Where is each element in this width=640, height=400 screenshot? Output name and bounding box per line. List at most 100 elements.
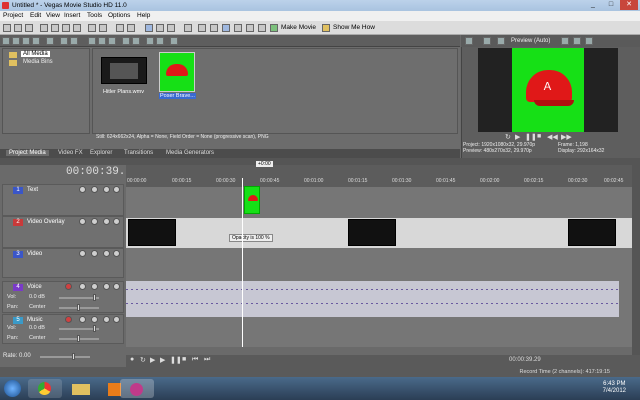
stop-icon[interactable]: ■ <box>537 133 541 140</box>
media-fx-icon[interactable] <box>70 37 78 45</box>
taskbar-chrome-icon[interactable] <box>28 379 62 398</box>
video-clip[interactable] <box>568 219 616 246</box>
play-icon[interactable]: ▶ <box>515 133 520 141</box>
tree-item-media-bins[interactable]: Media Bins <box>23 59 53 65</box>
web-icon[interactable] <box>60 37 68 45</box>
pan-knob[interactable] <box>77 335 80 342</box>
menu-tools[interactable]: Tools <box>87 12 102 19</box>
pointer-tool-icon[interactable] <box>116 24 124 32</box>
envelope-icon[interactable] <box>91 316 98 323</box>
track-motion-icon[interactable] <box>91 250 98 257</box>
play-media-icon[interactable] <box>132 37 140 45</box>
next-frame-icon[interactable]: ▶▶ <box>561 133 572 141</box>
track-fx-icon[interactable] <box>79 283 86 290</box>
record-arm-icon[interactable] <box>65 283 72 290</box>
external-monitor-icon[interactable] <box>483 37 491 45</box>
auto-crossfade-icon[interactable] <box>222 24 230 32</box>
burn-cd-icon[interactable] <box>46 37 54 45</box>
paste-icon[interactable] <box>62 24 70 32</box>
time-ruler[interactable]: +0:00 <box>126 161 640 187</box>
stop-icon[interactable]: ■ <box>182 356 186 363</box>
track-header-text[interactable]: 1 Text <box>2 184 124 216</box>
timeline-divider[interactable] <box>0 158 640 165</box>
playhead-cursor[interactable] <box>242 178 243 347</box>
tab-video-fx[interactable]: Video FX <box>58 150 83 156</box>
copy-icon[interactable] <box>51 24 59 32</box>
save-icon[interactable] <box>25 24 33 32</box>
track-fx-icon[interactable] <box>79 186 86 193</box>
media-thumbnail-image[interactable] <box>159 52 195 92</box>
record-icon[interactable]: ● <box>130 356 134 363</box>
normalize-icon[interactable] <box>258 24 266 32</box>
media-thumbnail-video[interactable] <box>101 57 147 84</box>
preview-properties-icon[interactable] <box>465 37 473 45</box>
taskbar-clock[interactable]: 6:43 PM 7/4/2012 <box>603 381 626 395</box>
ripple-icon[interactable] <box>210 24 218 32</box>
menu-help[interactable]: Help <box>137 12 150 19</box>
menu-view[interactable]: View <box>46 12 60 19</box>
overlays-icon[interactable] <box>561 37 569 45</box>
track-motion-icon[interactable] <box>91 218 98 225</box>
new-icon[interactable] <box>3 24 11 32</box>
track-header-video-overlay[interactable]: 2 Video Overlay <box>2 216 124 248</box>
tab-project-media[interactable]: Project Media <box>6 150 49 156</box>
envelope-tool-icon[interactable] <box>156 24 164 32</box>
help-icon[interactable] <box>322 24 330 32</box>
tab-transitions[interactable]: Transitions <box>124 150 153 156</box>
media-tags-icon[interactable] <box>170 37 178 45</box>
mute-icon[interactable] <box>103 250 110 257</box>
go-to-end-icon[interactable]: ⏭ <box>204 356 210 364</box>
menu-edit[interactable]: Edit <box>30 12 41 19</box>
volume-knob[interactable] <box>93 325 96 332</box>
solo-icon[interactable] <box>113 316 120 323</box>
sort-icon[interactable] <box>156 37 164 45</box>
pan-knob[interactable] <box>77 304 80 311</box>
media-file-name[interactable]: Poser Brave... <box>159 93 196 99</box>
redo-icon[interactable] <box>99 24 107 32</box>
pause-icon[interactable]: ❚❚ <box>170 356 182 364</box>
get-media-icon[interactable] <box>22 37 30 45</box>
auto-preview-icon[interactable] <box>122 37 130 45</box>
solo-icon[interactable] <box>113 250 120 257</box>
text-image-clip[interactable] <box>244 186 260 214</box>
timeline-tracks[interactable] <box>126 187 632 347</box>
cut-icon[interactable] <box>40 24 48 32</box>
show-me-how-button[interactable]: Show Me How <box>333 24 375 31</box>
snap-icon[interactable] <box>184 24 192 32</box>
mute-icon[interactable] <box>103 218 110 225</box>
play-from-start-icon[interactable]: ▶ <box>150 356 155 364</box>
capture-icon[interactable] <box>12 37 20 45</box>
split-icon[interactable] <box>167 24 175 32</box>
region-icon[interactable] <box>246 24 254 32</box>
track-header-music[interactable]: 5 Music Vol: 0.0 dB Pan: Center <box>2 314 124 344</box>
loop-icon[interactable]: ↻ <box>505 133 511 141</box>
go-to-start-icon[interactable]: ⏮ <box>192 356 198 364</box>
search-media-icon[interactable] <box>98 37 106 45</box>
markers-icon[interactable] <box>234 24 242 32</box>
copy-snapshot-icon[interactable] <box>573 37 581 45</box>
delete-icon[interactable] <box>73 24 81 32</box>
track-fx-icon[interactable] <box>79 316 86 323</box>
save-snapshot-icon[interactable] <box>585 37 593 45</box>
undo-icon[interactable] <box>88 24 96 32</box>
previous-frame-icon[interactable]: ◀◀ <box>547 133 558 141</box>
solo-icon[interactable] <box>113 218 120 225</box>
start-button-icon[interactable] <box>4 380 21 397</box>
media-properties-icon[interactable] <box>108 37 116 45</box>
track-motion-icon[interactable] <box>91 186 98 193</box>
track-header-video[interactable]: 3 Video <box>2 248 124 278</box>
record-arm-icon[interactable] <box>65 316 72 323</box>
mute-icon[interactable] <box>103 316 110 323</box>
video-clip[interactable] <box>128 219 176 246</box>
pause-icon[interactable]: ❚❚ <box>525 133 537 141</box>
taskbar-vegas-icon[interactable] <box>120 379 154 398</box>
menu-options[interactable]: Options <box>108 12 130 19</box>
envelope-icon[interactable] <box>91 283 98 290</box>
track-fx-icon[interactable] <box>79 218 86 225</box>
track-fx-icon[interactable] <box>79 250 86 257</box>
mute-icon[interactable] <box>103 283 110 290</box>
timeline-scrollbar[interactable] <box>632 165 640 355</box>
play-icon[interactable]: ▶ <box>160 356 165 364</box>
minimize-button[interactable]: _ <box>584 0 602 10</box>
tab-media-generators[interactable]: Media Generators <box>166 150 214 156</box>
